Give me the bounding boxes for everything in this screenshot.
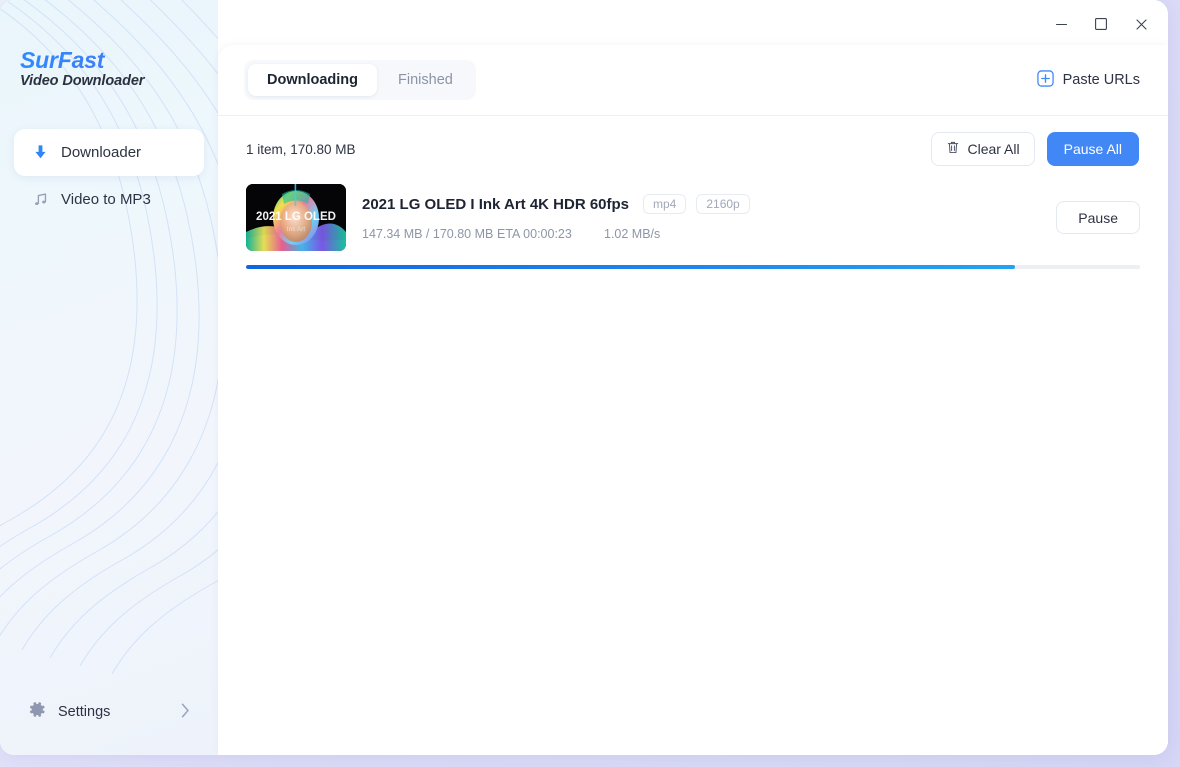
settings-label: Settings <box>58 704 111 720</box>
pause-all-button[interactable]: Pause All <box>1046 132 1139 166</box>
sidebar-item-settings[interactable]: Settings <box>14 691 204 733</box>
downloaded-size: 147.34 MB / 170.80 MB <box>362 227 494 241</box>
plus-square-icon <box>1036 69 1054 91</box>
gear-icon <box>28 700 47 724</box>
progress-bar-fill <box>246 265 1015 269</box>
download-meta: 147.34 MB / 170.80 MB ETA 00:00:23 1.02 … <box>362 227 1040 241</box>
download-arrow-icon <box>30 143 50 163</box>
trash-icon <box>946 140 960 158</box>
format-chip: mp4 <box>643 194 687 214</box>
clear-all-button[interactable]: Clear All <box>931 132 1035 166</box>
download-item: 2021 LG OLED Ink Art 2021 LG OLED I Ink … <box>246 182 1140 251</box>
toolbar: 1 item, 170.80 MB Clear All Pause All <box>218 116 1168 182</box>
header-bar: Downloading Finished Paste URLs <box>218 45 1168 116</box>
sidebar-item-label: Video to MP3 <box>61 191 151 209</box>
paste-urls-label: Paste URLs <box>1062 72 1140 88</box>
clear-all-label: Clear All <box>967 141 1020 157</box>
thumbnail-caption: 2021 LG OLED <box>256 211 336 223</box>
pause-all-label: Pause All <box>1063 141 1122 157</box>
main-panel: Downloading Finished Paste URLs 1 item, … <box>218 45 1168 755</box>
paste-urls-button[interactable]: Paste URLs <box>1036 69 1140 91</box>
download-title: 2021 LG OLED I Ink Art 4K HDR 60fps <box>362 195 630 213</box>
app-window: SurFast Video Downloader Downloader Vide… <box>0 0 1168 755</box>
tab-finished[interactable]: Finished <box>379 64 472 96</box>
minimize-icon[interactable] <box>1050 13 1072 35</box>
close-icon[interactable] <box>1130 13 1152 35</box>
pause-item-label: Pause <box>1078 209 1118 226</box>
tab-group: Downloading Finished <box>244 60 476 100</box>
brand-subtitle: Video Downloader <box>20 73 145 90</box>
sidebar-nav: Downloader Video to MP3 <box>0 129 218 223</box>
tab-downloading[interactable]: Downloading <box>248 64 378 96</box>
eta-text: ETA 00:00:23 <box>497 227 572 241</box>
thumbnail: 2021 LG OLED Ink Art <box>246 184 346 251</box>
progress-bar-track <box>246 265 1140 269</box>
items-summary: 1 item, 170.80 MB <box>246 141 356 157</box>
speed-text: 1.02 MB/s <box>604 227 661 241</box>
download-chips: mp4 2160p <box>643 194 750 214</box>
sidebar-item-downloader[interactable]: Downloader <box>14 129 204 177</box>
pause-item-button[interactable]: Pause <box>1056 201 1140 234</box>
thumbnail-subcaption: Ink Art <box>287 226 306 233</box>
brand-title: SurFast <box>20 48 218 72</box>
music-note-icon <box>30 190 50 210</box>
tab-label: Finished <box>398 72 453 88</box>
sidebar: SurFast Video Downloader Downloader Vide… <box>0 0 218 755</box>
download-title-line: 2021 LG OLED I Ink Art 4K HDR 60fps mp4 … <box>362 194 1040 214</box>
download-info: 2021 LG OLED I Ink Art 4K HDR 60fps mp4 … <box>362 194 1040 241</box>
download-list: 2021 LG OLED Ink Art 2021 LG OLED I Ink … <box>218 182 1168 269</box>
quality-chip: 2160p <box>696 194 750 214</box>
maximize-icon[interactable] <box>1090 13 1112 35</box>
window-controls <box>1050 13 1152 35</box>
tab-label: Downloading <box>267 72 359 88</box>
sidebar-item-video-to-mp3[interactable]: Video to MP3 <box>14 176 204 223</box>
chevron-right-icon <box>181 703 190 721</box>
sidebar-item-label: Downloader <box>61 144 142 162</box>
brand: SurFast Video Downloader <box>0 0 218 89</box>
